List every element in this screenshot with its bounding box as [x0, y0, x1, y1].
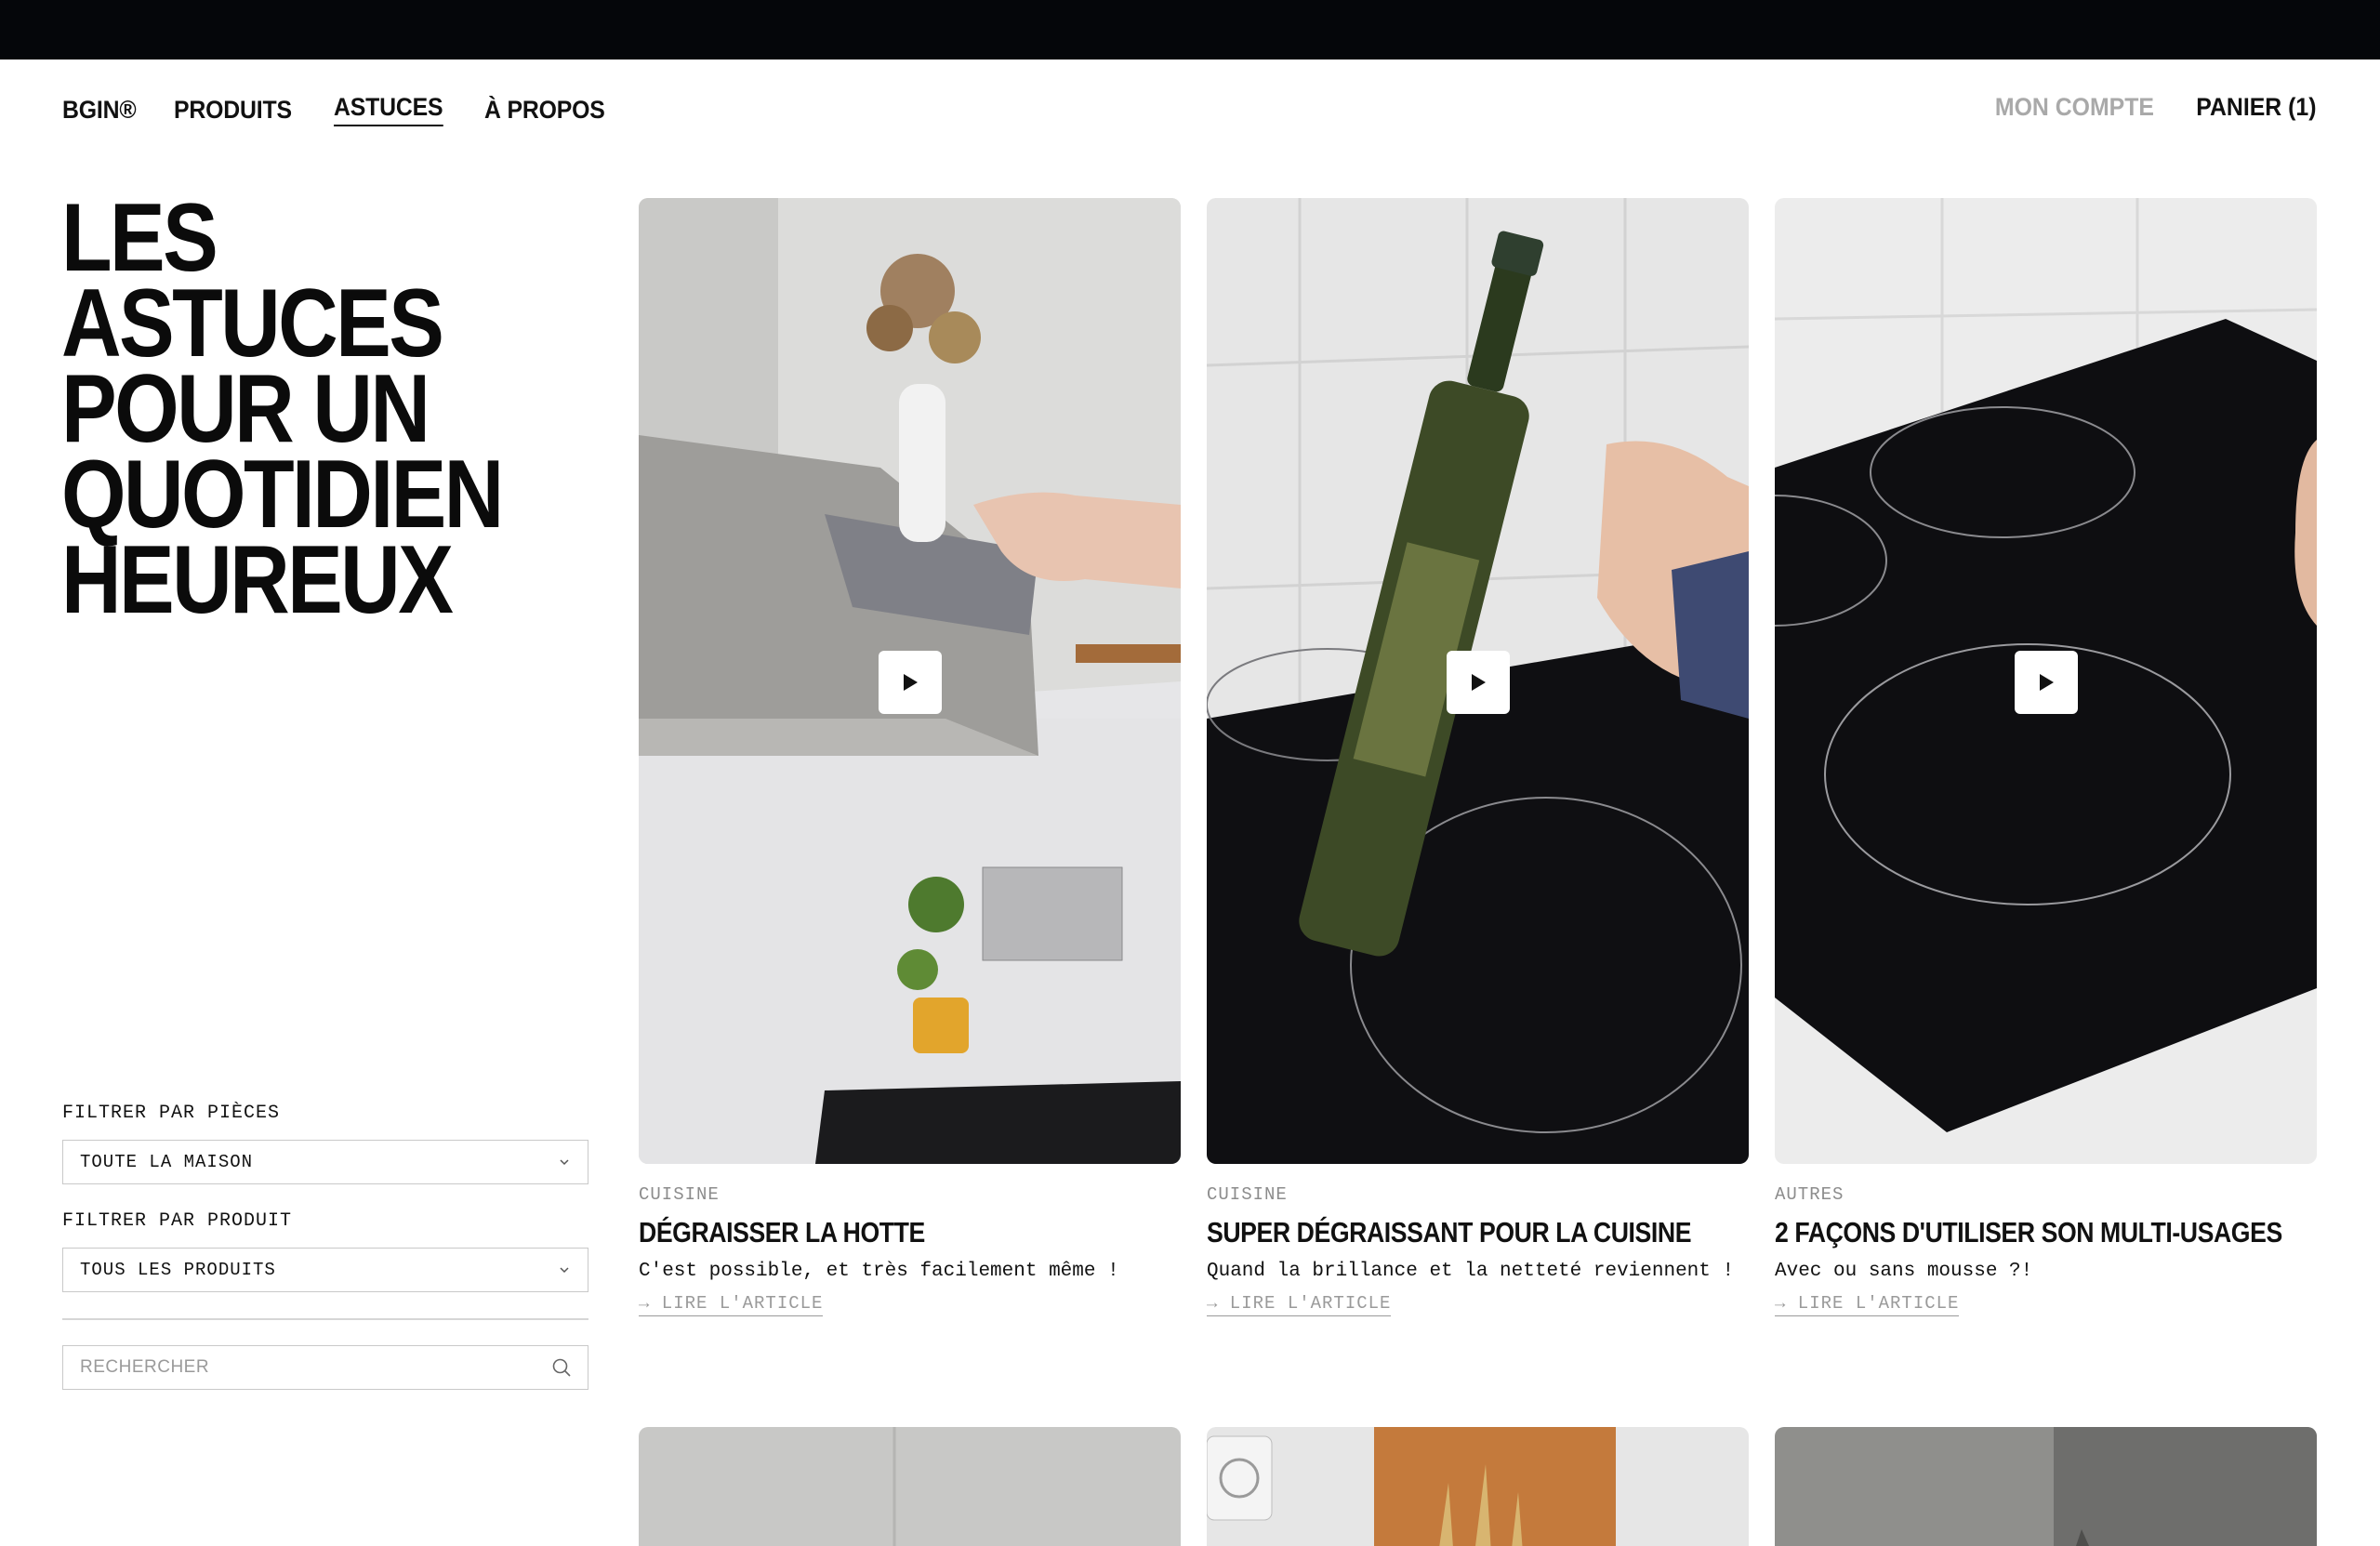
- nav-item-produits[interactable]: PRODUITS: [174, 96, 292, 125]
- article-meta: CUISINE DÉGRAISSER LA HOTTE C'est possib…: [639, 1184, 1181, 1316]
- nav-item-astuces[interactable]: ASTUCES: [334, 93, 443, 126]
- page-title-line: LES ASTUCES: [61, 184, 444, 377]
- cart-link[interactable]: PANIER (1): [2197, 93, 2317, 122]
- article-thumbnail-partial: [1775, 1427, 2317, 1546]
- filter-panel: FILTRER PAR PIÈCES TOUTE LA MAISON FILTR…: [62, 1103, 588, 1390]
- article-excerpt: Avec ou sans mousse ?!: [1775, 1261, 2033, 1282]
- article-card-partial[interactable]: [1207, 1427, 1749, 1546]
- chevron-down-icon: [560, 1267, 569, 1274]
- page-title-line: HEUREUX: [61, 526, 454, 634]
- article-thumbnail-partial: [639, 1427, 1181, 1546]
- article-category: CUISINE: [1207, 1184, 1288, 1205]
- article-category: CUISINE: [639, 1184, 720, 1205]
- article-title[interactable]: SUPER DÉGRAISSANT POUR LA CUISINE: [1207, 1216, 1691, 1249]
- search-box: [62, 1345, 588, 1390]
- article-category: AUTRES: [1775, 1184, 1844, 1205]
- article-card-partial[interactable]: [1775, 1427, 2317, 1546]
- play-icon: [2040, 674, 2054, 691]
- article-video-thumbnail[interactable]: [1775, 198, 2317, 1164]
- room-filter-select[interactable]: TOUTE LA MAISON: [62, 1140, 588, 1184]
- nav-item-a-propos[interactable]: À PROPOS: [484, 96, 605, 125]
- play-button[interactable]: [1447, 651, 1510, 714]
- play-button[interactable]: [879, 651, 942, 714]
- article-card[interactable]: AUTRES 2 FAÇONS D'UTILISER SON MULTI-USA…: [1775, 198, 2317, 1316]
- product-filter-label: FILTRER PAR PRODUIT: [62, 1210, 293, 1232]
- article-meta: AUTRES 2 FAÇONS D'UTILISER SON MULTI-USA…: [1775, 1184, 2317, 1316]
- room-filter-label: FILTRER PAR PIÈCES: [62, 1103, 281, 1124]
- search-input[interactable]: [80, 1357, 526, 1378]
- chevron-down-icon: [560, 1159, 569, 1166]
- article-excerpt: Quand la brillance et la netteté revienn…: [1207, 1261, 1735, 1282]
- page-title: LES ASTUCES POUR UN QUOTIDIEN HEUREUX: [61, 184, 541, 634]
- article-thumbnail-partial: [1207, 1427, 1749, 1546]
- main-navigation: BGIN® PRODUITS ASTUCES À PROPOS: [62, 93, 615, 126]
- browser-top-bar: [0, 0, 2380, 59]
- article-card-partial[interactable]: [639, 1427, 1181, 1546]
- play-button[interactable]: [2015, 651, 2078, 714]
- article-excerpt: C'est possible, et très facilement même …: [639, 1261, 1119, 1282]
- article-card[interactable]: CUISINE SUPER DÉGRAISSANT POUR LA CUISIN…: [1207, 198, 1749, 1316]
- play-icon: [904, 674, 918, 691]
- account-navigation: MON COMPTE PANIER (1): [1981, 93, 2317, 122]
- page-title-line: POUR UN: [61, 355, 430, 463]
- read-article-link[interactable]: → LIRE L'ARTICLE: [639, 1293, 824, 1316]
- room-filter-value: TOUTE LA MAISON: [80, 1152, 254, 1172]
- play-icon: [1472, 674, 1486, 691]
- account-link[interactable]: MON COMPTE: [1995, 93, 2154, 122]
- filter-divider: [62, 1318, 588, 1320]
- article-card[interactable]: CUISINE DÉGRAISSER LA HOTTE C'est possib…: [639, 198, 1181, 1316]
- article-video-thumbnail[interactable]: [1207, 198, 1749, 1164]
- page-title-line: QUOTIDIEN: [61, 441, 504, 548]
- article-title[interactable]: DÉGRAISSER LA HOTTE: [639, 1216, 1104, 1249]
- product-filter-value: TOUS LES PRODUITS: [80, 1260, 276, 1280]
- read-article-link[interactable]: → LIRE L'ARTICLE: [1207, 1293, 1392, 1316]
- search-icon[interactable]: [550, 1356, 573, 1379]
- article-meta: CUISINE SUPER DÉGRAISSANT POUR LA CUISIN…: [1207, 1184, 1749, 1316]
- article-video-thumbnail[interactable]: [639, 198, 1181, 1164]
- product-filter-select[interactable]: TOUS LES PRODUITS: [62, 1248, 588, 1292]
- brand-logo-link[interactable]: BGIN®: [62, 96, 137, 125]
- read-article-link[interactable]: → LIRE L'ARTICLE: [1775, 1293, 1960, 1316]
- article-title[interactable]: 2 FAÇONS D'UTILISER SON MULTI-USAGES: [1775, 1216, 2282, 1249]
